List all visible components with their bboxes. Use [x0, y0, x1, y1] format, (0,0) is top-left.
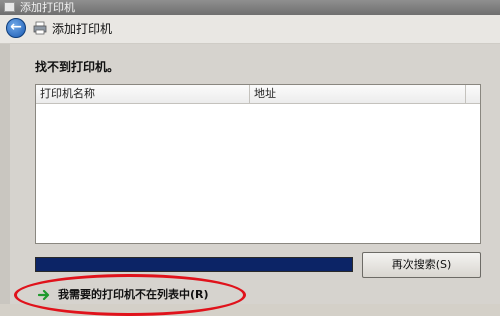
printer-icon	[33, 21, 47, 35]
add-printer-window: 添加打印机 ← 添加打印机 找不到打印机。 打印机名称 地址 再次搜索(S) 我…	[0, 0, 500, 316]
window-icon	[4, 2, 15, 12]
back-arrow-icon[interactable]: ←	[6, 18, 26, 38]
printer-not-listed-link[interactable]: 我需要的打印机不在列表中(R)	[38, 286, 209, 304]
title-bar: 添加打印机	[0, 0, 500, 15]
column-address[interactable]: 地址	[250, 85, 466, 103]
progress-fill	[36, 258, 352, 271]
green-arrow-icon	[38, 289, 50, 301]
page-title: 添加打印机	[52, 22, 113, 36]
list-header: 打印机名称 地址	[36, 85, 480, 104]
nav-bar: ← 添加打印机	[0, 15, 500, 44]
window-title: 添加打印机	[20, 1, 75, 14]
no-printer-found-heading: 找不到打印机。	[35, 60, 120, 74]
printer-not-listed-label: 我需要的打印机不在列表中(R)	[58, 288, 209, 301]
search-again-button[interactable]: 再次搜索(S)	[362, 252, 481, 278]
printer-list[interactable]: 打印机名称 地址	[35, 84, 481, 244]
search-progress-bar	[35, 257, 353, 272]
column-printer-name[interactable]: 打印机名称	[36, 85, 250, 103]
